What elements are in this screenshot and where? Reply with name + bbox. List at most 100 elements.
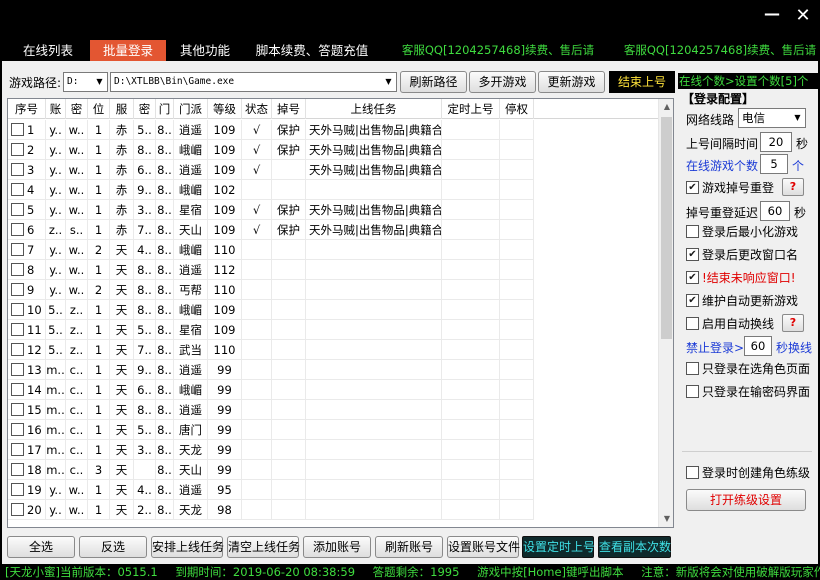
table-row[interactable]: 19 y.. w.. 1 天 4.. 8.. 逍遥 95 <box>8 480 658 500</box>
minimize-icon[interactable]: — <box>760 4 784 24</box>
row-checkbox[interactable] <box>11 463 24 476</box>
table-row[interactable]: 5 y..w..1赤3..8..星宿109√保护天外马贼|出售物品|典籍合成|..… <box>8 200 658 220</box>
column-header[interactable]: 账 <box>46 99 66 119</box>
column-header[interactable]: 密 <box>66 99 88 119</box>
select-all-button[interactable]: 全选 <box>7 536 75 558</box>
relogin-delay-input[interactable]: 60 <box>760 201 790 221</box>
column-header[interactable]: 门派 <box>174 99 208 119</box>
table-row[interactable]: 2y..w..1赤8..8..峨嵋109√保护天外马贼|出售物品|典籍合成|..… <box>8 140 658 160</box>
row-checkbox[interactable] <box>11 363 24 376</box>
row-checkbox[interactable] <box>11 423 24 436</box>
close-icon[interactable]: ✕ <box>791 6 815 26</box>
auto-switch-help-button[interactable]: ? <box>782 314 804 332</box>
vertical-scrollbar[interactable]: ▲ ▼ <box>658 99 673 527</box>
scroll-up-icon[interactable]: ▲ <box>659 99 673 115</box>
column-header[interactable]: 状态 <box>242 99 272 119</box>
only-password-page-checkbox[interactable]: 只登录在输密码界面 <box>686 384 810 400</box>
online-count-input[interactable]: 5 <box>760 154 788 174</box>
row-checkbox[interactable] <box>11 283 24 296</box>
table-row[interactable]: 6 z..s..1赤7..8..天山109√保护天外马贼|出售物品|典籍合成|..… <box>8 220 658 240</box>
update-game-button[interactable]: 更新游戏 <box>538 71 605 93</box>
table-row[interactable]: 17 m.. c.. 1 天 3.. 8.. 天龙 99 <box>8 440 658 460</box>
invert-select-button[interactable]: 反选 <box>79 536 147 558</box>
auto-update-checkbox[interactable]: ✔ 维护自动更新游戏 <box>686 293 798 309</box>
row-checkbox[interactable] <box>11 163 24 176</box>
kill-unresponsive-checkbox[interactable]: ✔ !结束未响应窗口! <box>686 270 796 286</box>
login-interval-input[interactable]: 20 <box>760 132 792 152</box>
table-row[interactable]: 14 m.. c.. 1 天 6.. 8.. 峨嵋 99 <box>8 380 658 400</box>
row-checkbox[interactable] <box>11 303 24 316</box>
relogin-help-button[interactable]: ? <box>782 178 804 196</box>
column-header[interactable]: 停权 <box>500 99 534 119</box>
tab-other-functions[interactable]: 其他功能 <box>172 40 238 61</box>
column-header[interactable]: 门 <box>156 99 174 119</box>
rename-window-checkbox[interactable]: ✔ 登录后更改窗口名 <box>686 247 798 263</box>
column-header[interactable]: 定时上号 <box>442 99 500 119</box>
forbid-login-input[interactable]: 60 <box>744 336 772 356</box>
table-row[interactable]: 7 y.. w.. 2 天 4.. 8.. 峨嵋 110 <box>8 240 658 260</box>
table-row[interactable]: 13 m.. c.. 1 天 9.. 8.. 逍遥 99 <box>8 360 658 380</box>
assign-online-task-button[interactable]: 安排上线任务 <box>151 536 224 558</box>
minimize-after-login-checkbox[interactable]: 登录后最小化游戏 <box>686 224 798 240</box>
row-checkbox[interactable] <box>11 443 24 456</box>
open-level-settings-button[interactable]: 打开练级设置 <box>686 489 806 511</box>
table-row[interactable]: 12 5.. z.. 1 天 7.. 8.. 武当 110 <box>8 340 658 360</box>
column-header[interactable]: 位 <box>88 99 110 119</box>
row-checkbox[interactable] <box>11 383 24 396</box>
table-row[interactable]: 4 y.. w.. 1 赤 9.. 8.. 峨嵋 102 <box>8 180 658 200</box>
scrollbar-thumb[interactable] <box>661 117 672 339</box>
refresh-account-button[interactable]: 刷新账号 <box>375 536 443 558</box>
view-dungeon-count-button[interactable]: 查看副本次数 <box>598 536 671 558</box>
row-checkbox[interactable] <box>11 343 24 356</box>
row-checkbox[interactable] <box>11 263 24 276</box>
game-path-select[interactable]: D:\XTLBB\Bin\Game.exe ▼ <box>110 72 397 92</box>
table-row[interactable]: 15 m.. c.. 1 天 8.. 8.. 逍遥 99 <box>8 400 658 420</box>
tab-renew-recharge[interactable]: 脚本续费、答题充值 <box>252 40 372 61</box>
table-row[interactable]: 9 y.. w.. 2 天 8.. 8.. 丐帮 110 <box>8 280 658 300</box>
row-checkbox[interactable] <box>11 203 24 216</box>
table-row[interactable]: 1y..w..1赤5..8..逍遥109√保护天外马贼|出售物品|典籍合成|..… <box>8 120 658 140</box>
column-header[interactable]: 上线任务 <box>306 99 442 119</box>
clear-online-task-button[interactable]: 清空上线任务 <box>227 536 300 558</box>
multi-open-game-button[interactable]: 多开游戏 <box>469 71 536 93</box>
table-cell: 保护 <box>272 220 306 240</box>
refresh-path-button[interactable]: 刷新路径 <box>400 71 467 93</box>
column-header[interactable]: 等级 <box>208 99 242 119</box>
auto-switch-line-checkbox[interactable]: 启用自动换线 <box>686 316 774 332</box>
only-role-page-checkbox[interactable]: 只登录在选角色页面 <box>686 361 810 377</box>
set-account-file-button[interactable]: 设置账号文件 <box>447 536 520 558</box>
scroll-down-icon[interactable]: ▼ <box>659 511 673 527</box>
row-checkbox[interactable] <box>11 123 24 136</box>
row-checkbox[interactable] <box>11 143 24 156</box>
add-account-button[interactable]: 添加账号 <box>303 536 371 558</box>
relogin-checkbox[interactable]: ✔ 游戏掉号重登 <box>686 180 774 196</box>
column-header[interactable]: 服 <box>110 99 134 119</box>
table-row[interactable]: 8 y.. w.. 1 天 8.. 8.. 逍遥 112 <box>8 260 658 280</box>
table-row[interactable]: 11 5.. z.. 1 天 5.. 8.. 星宿 109 <box>8 320 658 340</box>
create-role-level-checkbox[interactable]: 登录时创建角色练级 <box>686 465 810 481</box>
table-row[interactable]: 18 m.. c.. 3 天 8.. 天山 99 <box>8 460 658 480</box>
column-header[interactable]: 掉号 <box>272 99 306 119</box>
table-cell: 3.. <box>134 200 156 220</box>
column-header[interactable]: 序号 <box>8 99 46 119</box>
table-row[interactable]: 16 m.. c.. 1 天 5.. 8.. 唐门 99 <box>8 420 658 440</box>
row-checkbox[interactable] <box>11 243 24 256</box>
tab-online-list[interactable]: 在线列表 <box>14 40 82 61</box>
row-checkbox[interactable] <box>11 183 24 196</box>
row-checkbox[interactable] <box>11 323 24 336</box>
column-header[interactable]: 密 <box>134 99 156 119</box>
tab-support-notice-2[interactable]: 客服QQ[1204257468]续费、售后请Q我 <box>622 40 818 78</box>
table-row[interactable]: 10 5.. z.. 1 天 8.. 8.. 峨嵋 109 <box>8 300 658 320</box>
row-checkbox[interactable] <box>11 223 24 236</box>
tab-batch-login[interactable]: 批量登录 <box>90 40 166 61</box>
table-row[interactable]: 3 y..w..1赤6..8..逍遥109√ 天外马贼|出售物品|典籍合成|... <box>8 160 658 180</box>
set-timed-login-button[interactable]: 设置定时上号 <box>522 536 595 558</box>
row-checkbox[interactable] <box>11 403 24 416</box>
tab-support-notice[interactable]: 客服QQ[1204257468]续费、售后请Q我 <box>400 40 596 78</box>
table-row[interactable]: 20 y.. w.. 1 天 2.. 8.. 天龙 98 <box>8 500 658 520</box>
row-checkbox[interactable] <box>11 503 24 516</box>
network-line-select[interactable]: 电信 ▼ <box>738 108 806 128</box>
row-checkbox[interactable] <box>11 483 24 496</box>
drive-select[interactable]: D: ▼ <box>63 72 108 92</box>
end-login-button[interactable]: 结束上号 <box>609 71 675 93</box>
